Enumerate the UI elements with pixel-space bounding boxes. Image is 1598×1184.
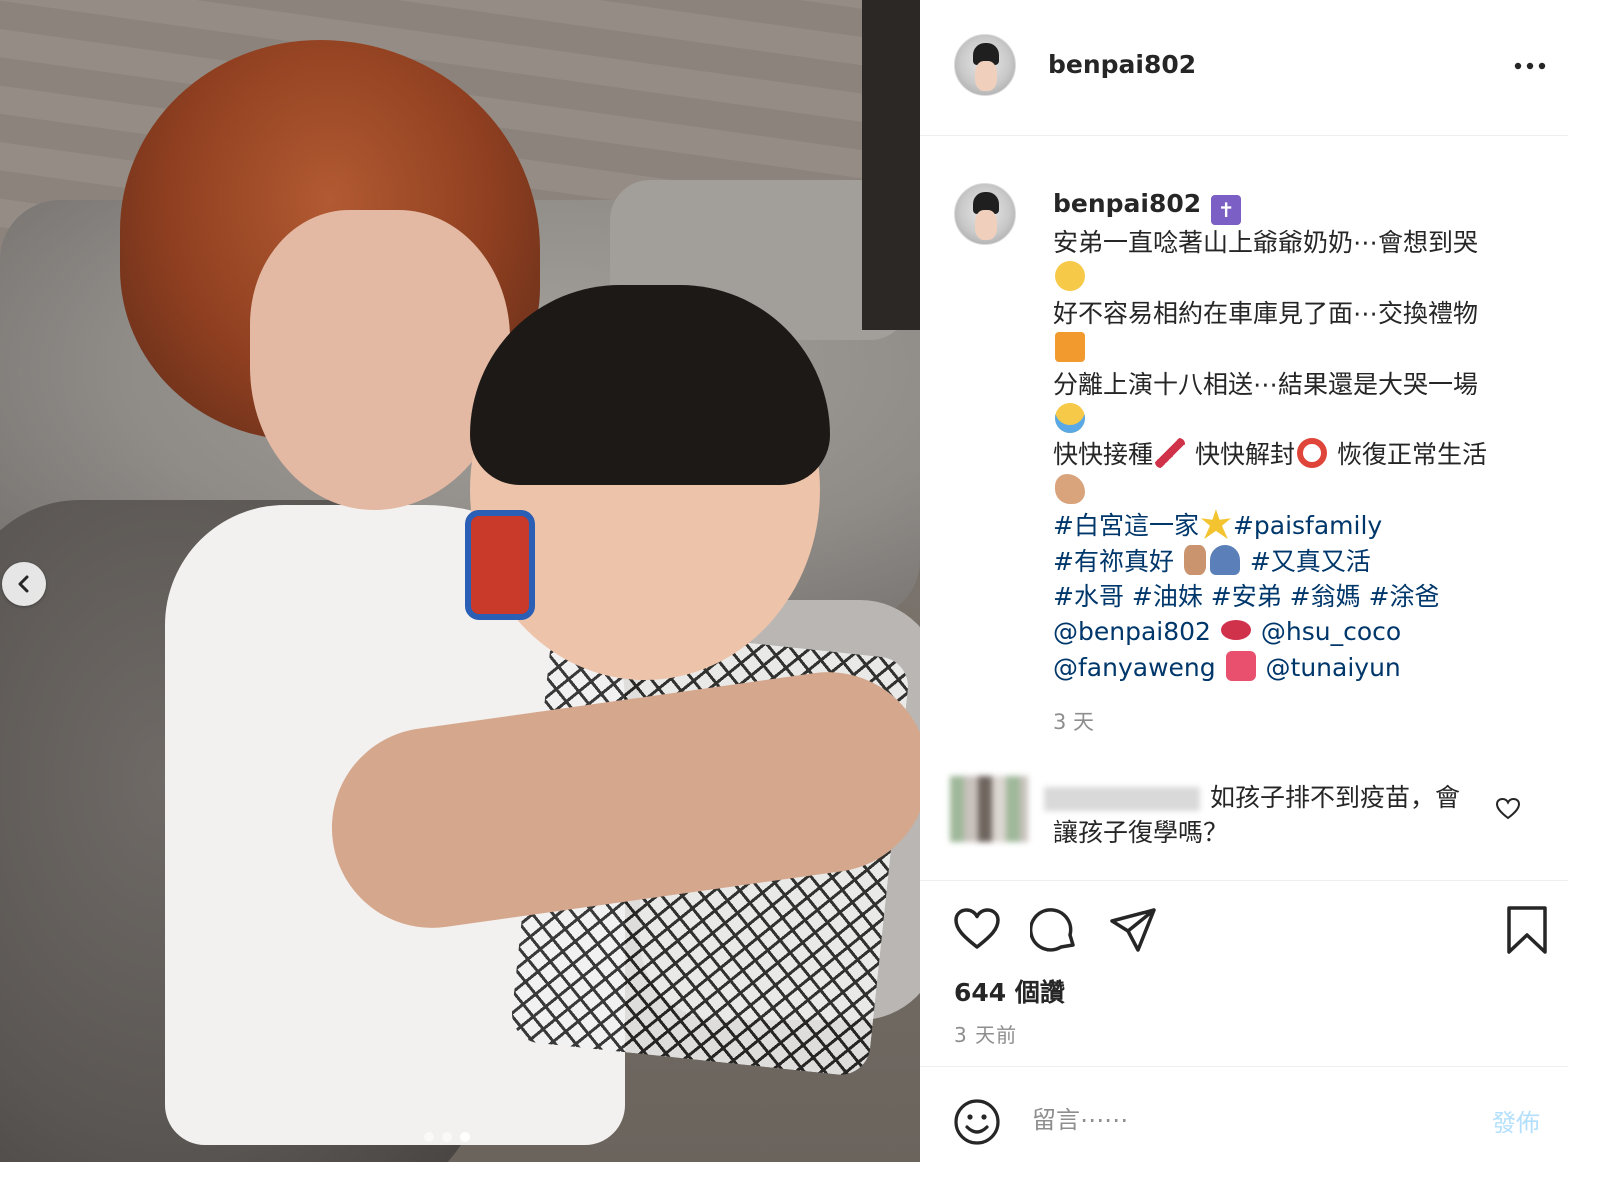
post-header: benpai802 xyxy=(920,0,1568,136)
caption-line: 安弟一直唸著山上爺爺奶奶⋯會想到哭 xyxy=(1053,228,1479,257)
carousel-dot xyxy=(424,1132,434,1142)
caption-line: 快快解封 xyxy=(1194,440,1295,470)
post-date[interactable]: 3 天前 xyxy=(954,1019,1017,1048)
author-username[interactable]: benpai802 xyxy=(1048,50,1196,79)
pointing-up-emoji-icon xyxy=(1183,544,1206,575)
syringe-emoji-icon xyxy=(1155,438,1186,469)
heart-icon[interactable] xyxy=(1495,796,1521,822)
comment-icon[interactable] xyxy=(1030,905,1080,955)
post-comment-button[interactable]: 發佈 xyxy=(1492,1103,1540,1138)
chevron-left-icon xyxy=(18,575,29,593)
page-bottom-margin xyxy=(0,1162,1598,1184)
comment-text: 如孩子排不到疫苗，會讓孩子復學嗎？ xyxy=(1053,783,1461,847)
red-circle-emoji-icon xyxy=(1296,438,1327,469)
bookmark-icon[interactable] xyxy=(1502,905,1552,955)
mention-link[interactable]: @benpai802 xyxy=(1053,617,1211,646)
hashtag-link[interactable]: #paisfamily xyxy=(1233,511,1382,540)
more-dots-icon[interactable] xyxy=(1512,54,1548,78)
author-avatar[interactable] xyxy=(954,34,1016,96)
mention-link[interactable]: @tunaiyun xyxy=(1266,653,1401,682)
caption-line: 好不容易相約在車庫見了面⋯交換禮物 xyxy=(1053,298,1479,328)
heart-decoration-emoji-icon xyxy=(1225,650,1256,681)
heart-icon[interactable] xyxy=(952,905,1002,955)
like-count[interactable]: 644 個讚 xyxy=(954,973,1065,1009)
comment-input[interactable] xyxy=(1032,1099,1462,1141)
mention-link[interactable]: @hsu_coco xyxy=(1261,617,1401,646)
photo-toy-train xyxy=(465,510,535,620)
caption-line: 快快接種 xyxy=(1053,440,1154,470)
flexed-biceps-emoji-icon xyxy=(1055,473,1085,504)
person-emoji-icon xyxy=(1209,544,1240,575)
add-comment-bar: 發佈 xyxy=(920,1066,1568,1162)
post-caption: benpai802 ✝ 安弟一直唸著山上爺爺奶奶⋯會想到哭 好不容易相約在車庫見… xyxy=(1053,186,1543,685)
hashtag-link[interactable]: #有祢真好 xyxy=(1053,547,1174,576)
caption-timestamp[interactable]: 3 天 xyxy=(1053,706,1094,736)
post-actions: 644 個讚 3 天前 xyxy=(920,880,1568,1066)
carousel-dot-active xyxy=(460,1132,470,1142)
crying-face-emoji-icon xyxy=(1055,403,1085,434)
carousel-indicator xyxy=(424,1132,470,1142)
caption-line: 恢復正常生活 xyxy=(1336,440,1487,470)
paper-plane-icon[interactable] xyxy=(1108,905,1158,955)
hashtag-link[interactable]: #又真又活 xyxy=(1250,547,1371,576)
sparkle-emoji-icon xyxy=(1200,509,1231,540)
mention-link[interactable]: @fanyaweng xyxy=(1053,653,1216,682)
caption-author-avatar[interactable] xyxy=(954,183,1016,245)
latin-cross-emoji-icon: ✝ xyxy=(1211,195,1242,225)
photo-dark-edge xyxy=(862,0,920,330)
post-photo[interactable] xyxy=(0,0,920,1162)
post-side-panel: benpai802 benpai802 ✝ 安弟一直唸著山上爺爺奶奶⋯會想到哭 … xyxy=(920,0,1568,1162)
smile-icon[interactable] xyxy=(952,1097,1002,1147)
hashtag-link[interactable]: #水哥 #油妹 #安弟 #翁媽 #涂爸 xyxy=(1053,582,1440,611)
carousel-prev-button[interactable] xyxy=(2,562,46,606)
gift-emoji-icon xyxy=(1055,332,1085,363)
sad-face-emoji-icon xyxy=(1055,261,1085,292)
commenter-avatar-blurred[interactable] xyxy=(950,776,1028,842)
caption-line: 分離上演十八相送⋯結果還是大哭一場 xyxy=(1053,369,1479,399)
caption-username[interactable]: benpai802 xyxy=(1053,189,1201,218)
carousel-dot xyxy=(442,1132,452,1142)
hashtag-link[interactable]: #白宮這一家 xyxy=(1053,511,1199,540)
lips-emoji-icon xyxy=(1220,620,1251,641)
